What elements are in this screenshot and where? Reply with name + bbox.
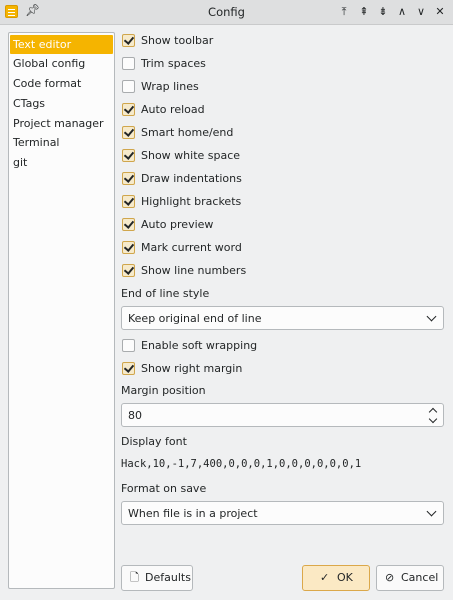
checkbox-box[interactable] xyxy=(122,339,135,352)
checkbox-box[interactable] xyxy=(122,195,135,208)
cancel-button[interactable]: ⊘ Cancel xyxy=(376,565,444,591)
category-list: Text editor Global config Code format CT… xyxy=(8,32,115,589)
maximize-icon[interactable]: ∧ xyxy=(394,3,410,20)
keep-below-icon[interactable]: ⇟ xyxy=(375,3,391,20)
checkbox-box[interactable] xyxy=(122,218,135,231)
checkbox-box[interactable] xyxy=(122,103,135,116)
checkbox-box[interactable] xyxy=(122,149,135,162)
format-on-save-select[interactable]: When file is in a project xyxy=(121,501,444,525)
checkbox-box[interactable] xyxy=(122,126,135,139)
margin-position-spinbox[interactable]: 80 xyxy=(121,403,444,427)
title-bar: 📌︎ Config ⤒ ⇞ ⇟ ∧ ∨ ✕ xyxy=(0,0,453,25)
sidebar-item-git[interactable]: git xyxy=(10,153,113,172)
sidebar-item-terminal[interactable]: Terminal xyxy=(10,133,113,152)
chevron-down-icon xyxy=(426,311,437,322)
sidebar-item-text-editor[interactable]: Text editor xyxy=(10,35,113,54)
display-font-label: Display font xyxy=(121,435,187,448)
cancel-icon: ⊘ xyxy=(385,571,395,584)
eol-style-label: End of line style xyxy=(121,287,210,300)
keep-above-icon[interactable]: ⤒ xyxy=(336,3,352,20)
display-font-value: Hack,10,-1,7,400,0,0,0,1,0,0,0,0,0,0,1 xyxy=(121,458,362,470)
shade-up-icon[interactable]: ⇞ xyxy=(356,3,372,20)
spin-down-icon[interactable] xyxy=(428,414,438,424)
document-icon: 🗋︎ xyxy=(130,571,139,584)
checkbox-box[interactable] xyxy=(122,57,135,70)
checkbox-box[interactable] xyxy=(122,264,135,277)
checkbox-box[interactable] xyxy=(122,172,135,185)
minimize-icon[interactable]: ∨ xyxy=(413,3,429,20)
checkbox-box[interactable] xyxy=(122,80,135,93)
checkbox-box[interactable] xyxy=(122,362,135,375)
ok-button[interactable]: ✓ OK xyxy=(302,565,370,591)
sidebar-item-ctags[interactable]: CTags xyxy=(10,94,113,113)
check-icon: ✓ xyxy=(320,571,330,584)
checkbox-box[interactable] xyxy=(122,241,135,254)
chevron-down-icon xyxy=(426,506,437,517)
close-icon[interactable]: ✕ xyxy=(432,3,448,20)
defaults-button[interactable]: 🗋︎ Defaults xyxy=(121,565,193,591)
sidebar-item-code-format[interactable]: Code format xyxy=(10,74,113,93)
sidebar-item-project-manager[interactable]: Project manager xyxy=(10,114,113,133)
sidebar-item-global-config[interactable]: Global config xyxy=(10,54,113,73)
eol-style-select[interactable]: Keep original end of line xyxy=(121,306,444,330)
checkbox-box[interactable] xyxy=(122,34,135,47)
margin-position-label: Margin position xyxy=(121,384,206,397)
format-on-save-label: Format on save xyxy=(121,482,207,495)
